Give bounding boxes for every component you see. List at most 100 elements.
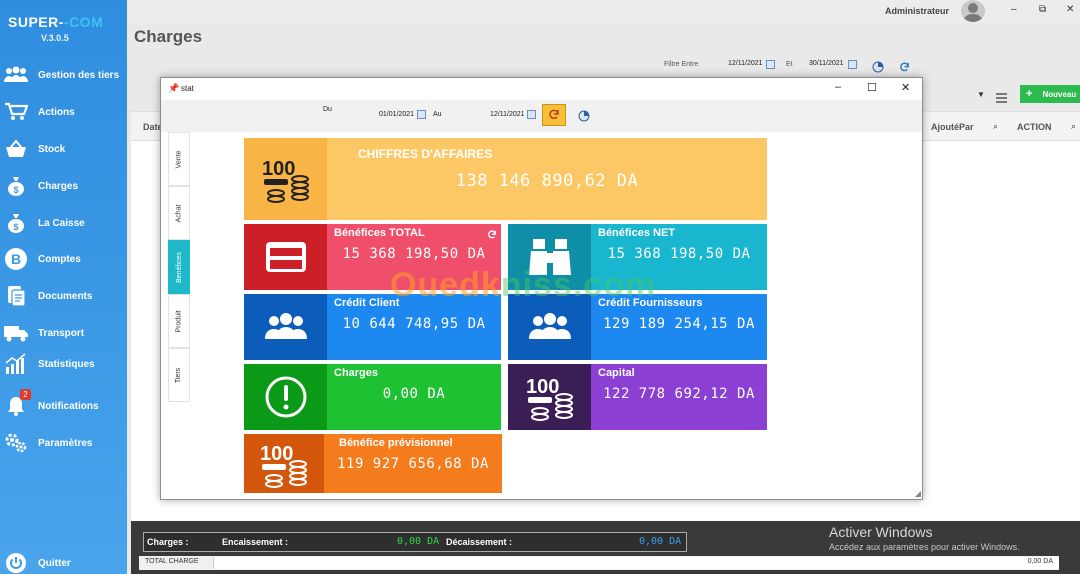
calendar-icon[interactable] <box>527 110 536 119</box>
tile-value: 15 368 198,50 DA <box>607 246 751 262</box>
notification-badge: 2 <box>20 389 31 400</box>
sidebar-item-transport[interactable]: Transport <box>0 320 127 346</box>
filter-and-label: Et <box>786 61 793 68</box>
power-icon <box>2 552 30 574</box>
column-action[interactable]: ACTION <box>1017 122 1052 132</box>
sidebar-item-actions[interactable]: Actions <box>0 99 127 125</box>
sidebar-item-label: Quitter <box>38 557 71 569</box>
total-charge-label: TOTAL CHARGE <box>145 558 199 565</box>
avatar[interactable] <box>961 0 985 22</box>
svg-text:100: 100 <box>262 158 295 180</box>
sidebar-item-label: Documents <box>38 290 93 302</box>
sidebar-item-la-caisse[interactable]: $ La Caisse <box>0 210 127 236</box>
tab-achat[interactable]: Achat <box>168 186 190 240</box>
search-icon[interactable]: ⌕ <box>1071 121 1076 132</box>
tile-value: 15 368 198,50 DA <box>342 246 486 262</box>
maximize-icon[interactable]: ☐ <box>867 81 877 94</box>
sidebar-item-statistiques[interactable]: Statistiques <box>0 351 127 377</box>
filter-from-label: Filtre Entre <box>664 61 699 68</box>
tab-tiers[interactable]: Tiers <box>168 348 190 402</box>
alert-icon <box>244 364 327 430</box>
sidebar-item-comptes[interactable]: B Comptes <box>0 246 127 272</box>
minimize-icon[interactable]: – <box>1011 4 1017 15</box>
pie-chart-icon[interactable] <box>578 109 590 127</box>
tab-label: Vente <box>175 150 183 168</box>
gears-icon <box>2 432 30 454</box>
user-name: Administrateur <box>885 6 950 16</box>
calendar-icon[interactable] <box>417 110 426 119</box>
tab-label: Benéfices <box>175 251 183 283</box>
summary-box: Charges : Encaissement : 0,00 DA Décaiss… <box>143 532 687 552</box>
vertical-tabs: Vente Achat Benéfices Produit Tiers <box>168 132 190 432</box>
credit-card-icon <box>244 224 327 290</box>
total-charge-bar: TOTAL CHARGE 0,00 DA <box>139 556 1059 570</box>
tab-benefices[interactable]: Benéfices <box>168 240 190 294</box>
sidebar-item-label: La Caisse <box>38 217 85 229</box>
dropdown-arrow-icon[interactable]: ▼ <box>977 90 985 99</box>
documents-icon <box>2 285 30 307</box>
sidebar-item-quitter[interactable]: Quitter <box>0 550 127 574</box>
sidebar-item-label: Gestion des tiers <box>38 69 120 81</box>
date-from-label: Du <box>323 106 332 113</box>
refresh-icon <box>549 109 559 120</box>
tile-chiffre-affaires: 100 CHIFFRES D'AFFAIRES 138 146 890,62 D… <box>244 138 767 220</box>
calendar-icon[interactable] <box>766 60 775 69</box>
chart-icon <box>2 353 30 375</box>
truck-icon <box>2 322 30 344</box>
page-title: Charges <box>134 27 203 46</box>
users-icon <box>2 64 30 86</box>
tile-value: 119 927 656,68 DA <box>337 456 489 472</box>
dialog-toolbar: Du 01/01/2021 Au 12/11/2021 <box>161 100 922 132</box>
tab-vente[interactable]: Vente <box>168 132 190 186</box>
tile-title: Bénéfices NET <box>598 227 676 239</box>
sidebar-item-parametres[interactable]: Paramètres <box>0 430 127 456</box>
watermark-part2: niss.com <box>500 266 657 304</box>
refresh-button[interactable] <box>542 104 566 126</box>
tab-produit[interactable]: Produit <box>168 294 190 348</box>
filter-date-to[interactable]: 30/11/2021 <box>809 60 844 67</box>
encaissement-value: 0,00 DA <box>397 536 440 547</box>
app-version: V.3.0.5 <box>41 33 69 43</box>
list-view-icon[interactable] <box>996 90 1007 108</box>
dialog-title: stat <box>181 84 194 93</box>
sidebar-item-charges[interactable]: $ Charges <box>0 173 127 199</box>
resize-grip-icon[interactable]: ◢ <box>915 489 921 498</box>
tab-label: Tiers <box>175 367 183 383</box>
decaissement-value: 0,00 DA <box>639 536 682 547</box>
tile-charges: Charges 0,00 DA <box>244 364 501 430</box>
search-icon[interactable]: ⌕ <box>993 121 998 132</box>
date-to-label: Au <box>433 111 442 118</box>
sidebar-item-notifications[interactable]: 2 Notifications <box>0 389 127 419</box>
column-ajoute-par[interactable]: AjoutéPar <box>931 122 974 132</box>
svg-text:100: 100 <box>260 443 293 465</box>
sidebar: SUPER--COM V.3.0.5 Gestion des tiers Act… <box>0 0 127 574</box>
money-stack-icon: 100 <box>244 138 327 220</box>
date-to-field[interactable]: 12/11/2021 <box>490 111 525 118</box>
stat-dialog: 📌 stat – ☐ ✕ Du 01/01/2021 Au 12/11/2021… <box>160 77 923 500</box>
filter-date-from[interactable]: 12/11/2021 <box>728 60 763 67</box>
new-button[interactable]: + Nouveau <box>1020 85 1080 103</box>
calendar-icon[interactable] <box>848 60 857 69</box>
close-icon[interactable]: ✕ <box>901 81 910 94</box>
money-stack-icon: 100 <box>244 434 324 493</box>
sidebar-item-label: Transport <box>38 327 85 339</box>
close-icon[interactable]: ✕ <box>1066 4 1074 15</box>
money-stack-icon: 100 <box>508 364 591 430</box>
sidebar-item-label: Notifications <box>38 400 99 412</box>
money-bag-icon: $ <box>2 212 30 234</box>
refresh-icon[interactable] <box>487 227 497 245</box>
sidebar-item-stock[interactable]: Stock <box>0 136 127 162</box>
sidebar-item-documents[interactable]: Documents <box>0 283 127 309</box>
sidebar-item-label: Statistiques <box>38 358 95 370</box>
tile-title: Bénéfices TOTAL <box>334 227 425 239</box>
pie-chart-icon[interactable] <box>872 60 884 78</box>
minimize-icon[interactable]: – <box>835 81 841 93</box>
tile-title: Capital <box>598 367 635 379</box>
refresh-icon[interactable] <box>899 60 910 78</box>
sidebar-item-label: Paramètres <box>38 437 93 449</box>
sidebar-item-gestion-tiers[interactable]: Gestion des tiers <box>0 62 127 88</box>
svg-text:$: $ <box>13 185 18 195</box>
date-from-field[interactable]: 01/01/2021 <box>379 111 414 118</box>
tile-benefice-previsionnel: 100 Bénéfice prévisionnel 119 927 656,68… <box>244 434 502 493</box>
restore-icon[interactable]: ⧉ <box>1039 4 1046 15</box>
